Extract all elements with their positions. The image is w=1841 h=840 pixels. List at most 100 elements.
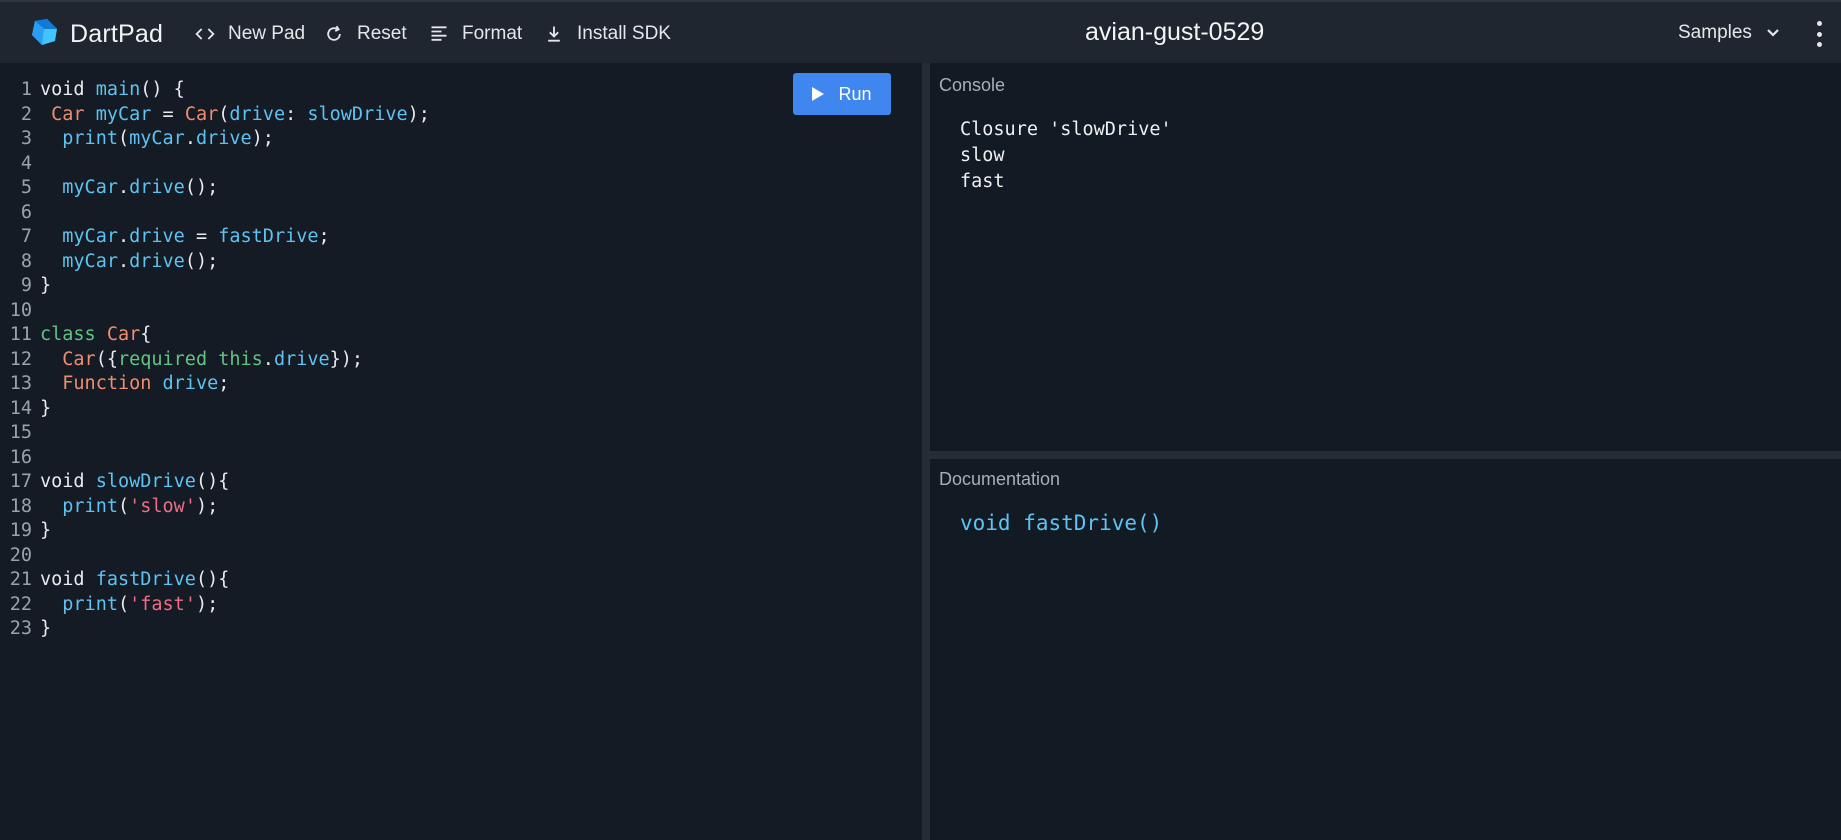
line-number: 20	[9, 544, 32, 566]
code-token: }	[40, 275, 52, 296]
samples-dropdown[interactable]: Samples	[1678, 22, 1780, 44]
line-source[interactable]: print('slow');	[32, 495, 218, 520]
code-token: ;	[318, 226, 330, 247]
code-line[interactable]: 7 myCar.drive = fastDrive;	[0, 225, 922, 250]
reset-button[interactable]: Reset	[323, 20, 407, 48]
code-token: () {	[140, 79, 185, 100]
code-line[interactable]: 6	[0, 201, 922, 226]
code-line[interactable]: 18 print('slow');	[0, 495, 922, 520]
code-line[interactable]: 23}	[0, 617, 922, 642]
line-source[interactable]: myCar.drive = fastDrive;	[32, 225, 330, 250]
code-line[interactable]: 15	[0, 421, 922, 446]
code-token: myCar	[62, 226, 118, 247]
horizontal-splitter[interactable]	[930, 451, 1841, 459]
reset-label: Reset	[357, 23, 407, 44]
code-token: (	[218, 103, 230, 125]
vertical-splitter[interactable]	[922, 63, 930, 840]
code-token: slowDrive	[307, 103, 408, 125]
code-line[interactable]: 11 class Car{	[0, 323, 922, 348]
code-line[interactable]: 17 void slowDrive(){	[0, 470, 922, 495]
code-token: (){	[195, 471, 230, 492]
code-line[interactable]: 14}	[0, 397, 922, 422]
line-source[interactable]: }	[32, 519, 51, 544]
line-source[interactable]: Car({required this.drive});	[32, 348, 363, 373]
refresh-icon	[323, 23, 345, 45]
line-source[interactable]	[32, 544, 40, 569]
code-line[interactable]: 19}	[0, 519, 922, 544]
line-source[interactable]: void main() {	[32, 78, 185, 103]
code-line[interactable]: 12 Car({required this.drive});	[0, 348, 922, 373]
line-source[interactable]: }	[32, 617, 51, 642]
code-line[interactable]: 2 Car myCar = Car(drive: slowDrive);	[0, 103, 922, 128]
line-source[interactable]: Car myCar = Car(drive: slowDrive);	[32, 103, 430, 128]
more-vert-icon[interactable]	[1814, 21, 1824, 47]
console-panel: Console Closure 'slowDrive' slow fast	[930, 63, 1841, 451]
line-source[interactable]: myCar.drive();	[32, 176, 218, 201]
code-line[interactable]: 16	[0, 446, 922, 471]
code-token: );	[407, 103, 430, 125]
line-source[interactable]: }	[32, 397, 51, 422]
line-source[interactable]: myCar.drive();	[32, 250, 218, 275]
format-button[interactable]: Format	[428, 20, 522, 48]
code-token: ();	[184, 177, 219, 198]
pad-title: avian-gust-0529	[1085, 18, 1265, 46]
line-source[interactable]	[32, 201, 40, 226]
code-token: Car	[62, 348, 96, 370]
code-line[interactable]: 9}	[0, 274, 922, 299]
code-line[interactable]: 13 Function drive;	[0, 372, 922, 397]
line-source[interactable]: Function drive;	[32, 372, 229, 397]
code-line[interactable]: 1 void main() {	[0, 78, 922, 103]
line-number: 19	[9, 520, 32, 541]
code-token: (	[117, 128, 130, 149]
line-number: 15	[9, 422, 32, 443]
line-source[interactable]	[32, 152, 40, 177]
format-label: Format	[462, 23, 523, 44]
new-pad-label: New Pad	[228, 23, 306, 44]
new-pad-button[interactable]: New Pad	[194, 20, 305, 48]
code-line[interactable]: 22 print('fast');	[0, 593, 922, 618]
code-line[interactable]: 20	[0, 544, 922, 569]
line-number: 6	[20, 201, 32, 223]
line-source[interactable]	[32, 446, 40, 471]
code-token: );	[251, 128, 274, 149]
code-token: ;	[218, 373, 230, 394]
code-token: drive	[129, 177, 185, 198]
code-token: :	[285, 103, 308, 125]
code-line[interactable]: 5 myCar.drive();	[0, 176, 922, 201]
documentation-panel: Documentation void fastDrive()	[930, 459, 1841, 840]
code-line[interactable]: 8 myCar.drive();	[0, 250, 922, 275]
code-line[interactable]: 10	[0, 299, 922, 324]
code-lines[interactable]: 1 void main() {2 Car myCar = Car(drive: s…	[0, 78, 922, 642]
line-source[interactable]	[32, 299, 40, 324]
line-number: 22	[9, 593, 32, 615]
install-sdk-button[interactable]: Install SDK	[543, 20, 671, 48]
code-token: myCar	[62, 177, 118, 198]
line-source[interactable]: class Car{	[32, 323, 151, 348]
line-source[interactable]: }	[32, 274, 51, 299]
code-token: ({	[95, 348, 118, 370]
code-token: slowDrive	[95, 471, 196, 492]
line-source[interactable]: void slowDrive(){	[32, 470, 229, 495]
code-token: drive	[195, 128, 252, 149]
line-source[interactable]: print('fast');	[32, 593, 218, 618]
line-source[interactable]: print(myCar.drive);	[32, 127, 274, 152]
code-line[interactable]: 4	[0, 152, 922, 177]
code-editor[interactable]: 1 void main() {2 Car myCar = Car(drive: s…	[0, 63, 922, 840]
run-button[interactable]: Run	[793, 73, 891, 115]
code-token: this	[218, 348, 263, 370]
code-token: drive	[129, 250, 185, 272]
code-token: 'slow'	[129, 495, 196, 517]
code-line[interactable]: 3 print(myCar.drive);	[0, 127, 922, 152]
line-source[interactable]: void fastDrive(){	[32, 568, 229, 593]
line-number: 14	[9, 397, 32, 419]
console-line: slow	[960, 145, 1005, 166]
line-source[interactable]	[32, 421, 40, 446]
code-line[interactable]: 21 void fastDrive(){	[0, 568, 922, 593]
code-token: .	[184, 128, 196, 149]
code-token: Car	[184, 103, 219, 125]
code-token: .	[117, 250, 130, 272]
dartpad-logo[interactable]: DartPad	[28, 16, 163, 53]
line-number: 2	[20, 103, 32, 125]
line-number: 8	[20, 250, 32, 272]
